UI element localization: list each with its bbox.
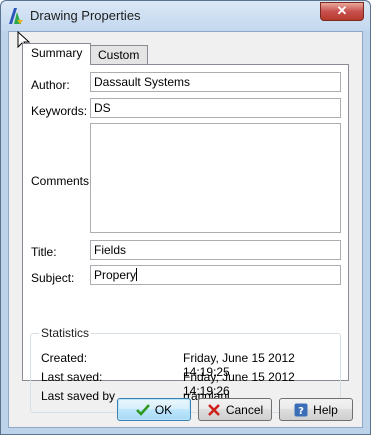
cancel-button[interactable]: Cancel (198, 398, 272, 421)
last-saved-label: Last saved: (41, 370, 103, 384)
help-button-label: Help (313, 402, 338, 417)
ok-button[interactable]: OK (117, 398, 191, 421)
title-field[interactable]: Fields (90, 240, 341, 260)
title-bar[interactable]: Drawing Properties ✕ (1, 1, 370, 31)
comments-label: Comments: (31, 174, 93, 188)
author-field[interactable]: Dassault Systems (90, 72, 341, 92)
tab-custom-label: Custom (98, 48, 140, 62)
svg-text:?: ? (298, 406, 304, 417)
question-mark-icon: ? (294, 403, 308, 417)
author-value: Dassault Systems (94, 75, 191, 89)
help-button[interactable]: ? Help (279, 398, 353, 421)
subject-field[interactable]: Propery (90, 265, 341, 285)
close-button[interactable]: ✕ (320, 2, 364, 21)
drawing-app-icon (9, 8, 23, 24)
tab-summary[interactable]: Summary (22, 43, 92, 65)
summary-panel: Author: Dassault Systems Keywords: DS Co… (22, 64, 349, 413)
ok-button-label: OK (154, 402, 173, 417)
title-label: Title: (31, 245, 57, 259)
text-caret (136, 268, 138, 281)
title-value: Fields (94, 243, 127, 257)
statistics-heading: Statistics (39, 326, 92, 340)
cancel-button-label: Cancel (225, 402, 264, 417)
comments-textarea[interactable] (90, 123, 341, 233)
created-label: Created: (41, 351, 88, 365)
red-x-icon (207, 403, 220, 416)
green-check-icon (135, 403, 150, 416)
subject-value: Propery (94, 268, 137, 282)
tab-custom[interactable]: Custom (89, 45, 149, 65)
keywords-value: DS (94, 101, 111, 115)
subject-label: Subject: (31, 271, 75, 285)
window-title: Drawing Properties (30, 8, 141, 23)
keywords-field[interactable]: DS (90, 98, 341, 118)
close-icon: ✕ (336, 3, 348, 18)
tab-summary-label: Summary (31, 46, 83, 60)
drawing-properties-dialog: Drawing Properties ✕ Summary Custom Auth… (0, 0, 371, 435)
keywords-label: Keywords: (31, 104, 88, 118)
dialog-body: Summary Custom Author: Dassault Systems … (8, 31, 363, 428)
author-label: Author: (31, 78, 70, 92)
last-saved-by-label: Last saved by (41, 389, 116, 403)
